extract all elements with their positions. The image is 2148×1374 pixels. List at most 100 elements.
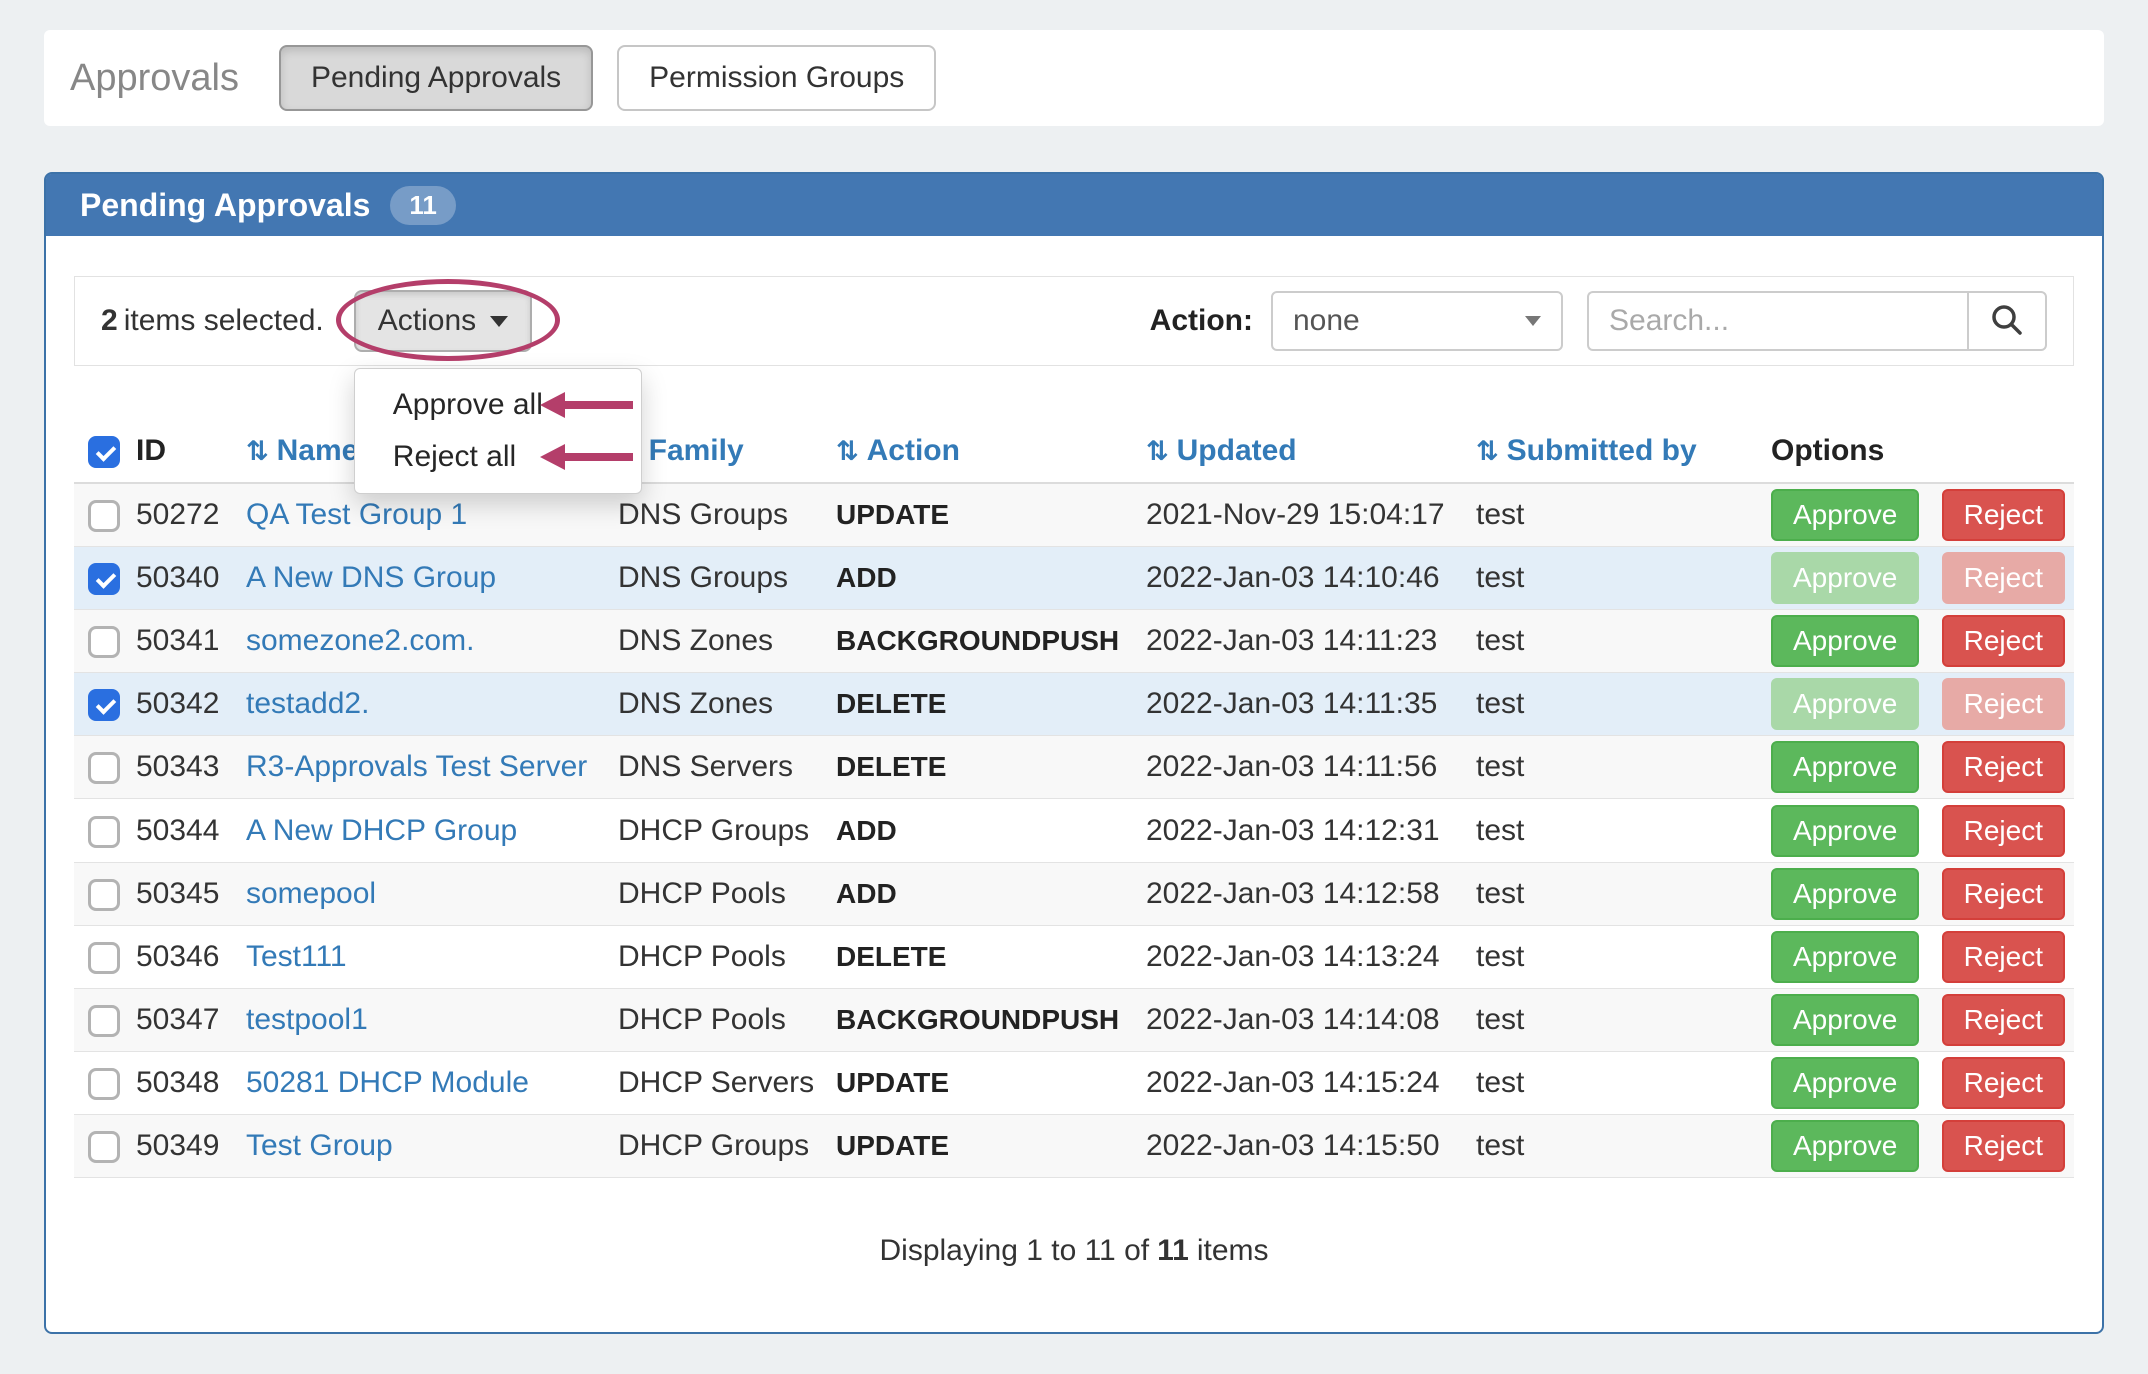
reject-button[interactable]: Reject: [1942, 678, 2065, 730]
row-checkbox[interactable]: [88, 879, 120, 911]
select-all-checkbox[interactable]: [88, 436, 120, 468]
cell-submitted-by: test: [1462, 799, 1757, 862]
table-row[interactable]: 50344 A New DHCP Group DHCP Groups ADD 2…: [74, 799, 2074, 862]
column-header-updated[interactable]: ⇅Updated: [1132, 420, 1462, 483]
cell-options: Approve Reject: [1757, 1051, 2074, 1114]
approve-button[interactable]: Approve: [1771, 615, 1919, 667]
reject-button[interactable]: Reject: [1942, 868, 2065, 920]
table-row[interactable]: 50340 A New DNS Group DNS Groups ADD 202…: [74, 547, 2074, 610]
menu-item-approve-all[interactable]: Approve all: [355, 379, 641, 431]
checkbox-cell: [74, 799, 122, 862]
row-checkbox[interactable]: [88, 626, 120, 658]
cell-updated: 2022-Jan-03 14:15:24: [1132, 1051, 1462, 1114]
table-row[interactable]: 50342 testadd2. DNS Zones DELETE 2022-Ja…: [74, 673, 2074, 736]
checkbox-cell: [74, 547, 122, 610]
cell-submitted-by: test: [1462, 862, 1757, 925]
row-checkbox[interactable]: [88, 942, 120, 974]
cell-action: ADD: [822, 862, 1132, 925]
reject-button[interactable]: Reject: [1942, 741, 2065, 793]
approve-button[interactable]: Approve: [1771, 678, 1919, 730]
menu-item-label: Approve all: [393, 388, 543, 421]
table-row[interactable]: 50341 somezone2.com. DNS Zones BACKGROUN…: [74, 610, 2074, 673]
approve-button[interactable]: Approve: [1771, 868, 1919, 920]
reject-button[interactable]: Reject: [1942, 552, 2065, 604]
cell-family: DHCP Pools: [604, 988, 822, 1051]
approve-button[interactable]: Approve: [1771, 489, 1919, 541]
cell-action: DELETE: [822, 925, 1132, 988]
reject-button[interactable]: Reject: [1942, 489, 2065, 541]
page-title: Approvals: [70, 57, 239, 100]
reject-button[interactable]: Reject: [1942, 615, 2065, 667]
cell-name: A New DNS Group: [232, 547, 604, 610]
table-row[interactable]: 50347 testpool1 DHCP Pools BACKGROUNDPUS…: [74, 988, 2074, 1051]
item-link[interactable]: Test Group: [246, 1129, 393, 1162]
reject-button[interactable]: Reject: [1942, 1120, 2065, 1172]
header-select-all-cell: [74, 420, 122, 483]
approve-button[interactable]: Approve: [1771, 741, 1919, 793]
approve-button[interactable]: Approve: [1771, 552, 1919, 604]
checkbox-cell: [74, 1114, 122, 1177]
row-checkbox[interactable]: [88, 689, 120, 721]
table-row[interactable]: 50345 somepool DHCP Pools ADD 2022-Jan-0…: [74, 862, 2074, 925]
cell-family: DHCP Pools: [604, 925, 822, 988]
cell-name: R3-Approvals Test Server: [232, 736, 604, 799]
item-link[interactable]: testadd2.: [246, 687, 369, 720]
row-checkbox[interactable]: [88, 1131, 120, 1163]
item-link[interactable]: R3-Approvals Test Server: [246, 750, 587, 783]
action-select[interactable]: none: [1271, 291, 1563, 351]
item-link[interactable]: 50281 DHCP Module: [246, 1066, 529, 1099]
item-link[interactable]: somepool: [246, 877, 376, 910]
cell-options: Approve Reject: [1757, 610, 2074, 673]
column-header-action[interactable]: ⇅Action: [822, 420, 1132, 483]
item-link[interactable]: A New DNS Group: [246, 561, 496, 594]
cell-updated: 2022-Jan-03 14:15:50: [1132, 1114, 1462, 1177]
tab-permission-groups[interactable]: Permission Groups: [617, 45, 936, 111]
item-link[interactable]: A New DHCP Group: [246, 814, 517, 847]
cell-updated: 2022-Jan-03 14:12:31: [1132, 799, 1462, 862]
cell-submitted-by: test: [1462, 1051, 1757, 1114]
sort-icon: ⇅: [246, 436, 269, 467]
pending-approvals-panel: Pending Approvals 11 2items selected. Ac…: [44, 172, 2104, 1334]
item-link[interactable]: testpool1: [246, 1003, 368, 1036]
reject-button[interactable]: Reject: [1942, 1057, 2065, 1109]
count-badge: 11: [390, 186, 456, 225]
table-row[interactable]: 50343 R3-Approvals Test Server DNS Serve…: [74, 736, 2074, 799]
row-checkbox[interactable]: [88, 816, 120, 848]
checkbox-cell: [74, 673, 122, 736]
approve-button[interactable]: Approve: [1771, 1120, 1919, 1172]
reject-button[interactable]: Reject: [1942, 931, 2065, 983]
cell-id: 50346: [122, 925, 232, 988]
checkbox-cell: [74, 1051, 122, 1114]
cell-updated: 2021-Nov-29 15:04:17: [1132, 483, 1462, 547]
cell-updated: 2022-Jan-03 14:12:58: [1132, 862, 1462, 925]
reject-button[interactable]: Reject: [1942, 805, 2065, 857]
approve-button[interactable]: Approve: [1771, 931, 1919, 983]
approve-button[interactable]: Approve: [1771, 805, 1919, 857]
approve-button[interactable]: Approve: [1771, 1057, 1919, 1109]
table-row[interactable]: 50346 Test111 DHCP Pools DELETE 2022-Jan…: [74, 925, 2074, 988]
table-row[interactable]: 50349 Test Group DHCP Groups UPDATE 2022…: [74, 1114, 2074, 1177]
search-button[interactable]: [1967, 291, 2047, 351]
cell-family: DNS Zones: [604, 610, 822, 673]
row-checkbox[interactable]: [88, 1005, 120, 1037]
row-checkbox[interactable]: [88, 1068, 120, 1100]
cell-id: 50347: [122, 988, 232, 1051]
actions-dropdown-button[interactable]: Actions: [354, 290, 532, 352]
item-link[interactable]: somezone2.com.: [246, 624, 474, 657]
cell-updated: 2022-Jan-03 14:11:56: [1132, 736, 1462, 799]
item-link[interactable]: Test111: [246, 940, 347, 973]
item-link[interactable]: QA Test Group 1: [246, 498, 467, 531]
cell-options: Approve Reject: [1757, 547, 2074, 610]
row-checkbox[interactable]: [88, 563, 120, 595]
row-checkbox[interactable]: [88, 752, 120, 784]
column-header-submitted-by[interactable]: ⇅Submitted by: [1462, 420, 1757, 483]
reject-button[interactable]: Reject: [1942, 994, 2065, 1046]
approve-button[interactable]: Approve: [1771, 994, 1919, 1046]
row-checkbox[interactable]: [88, 500, 120, 532]
menu-item-reject-all[interactable]: Reject all: [355, 431, 641, 483]
cell-action: BACKGROUNDPUSH: [822, 610, 1132, 673]
search-input[interactable]: [1587, 291, 1967, 351]
cell-submitted-by: test: [1462, 736, 1757, 799]
tab-pending-approvals[interactable]: Pending Approvals: [279, 45, 593, 111]
table-row[interactable]: 50348 50281 DHCP Module DHCP Servers UPD…: [74, 1051, 2074, 1114]
